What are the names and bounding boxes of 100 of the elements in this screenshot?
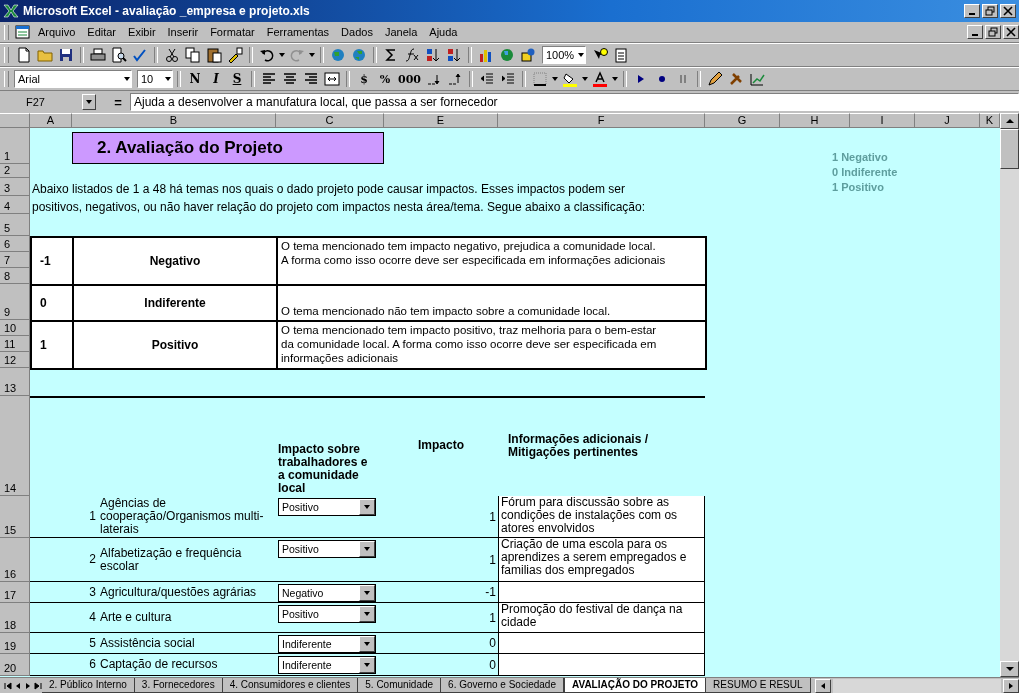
column-header[interactable]: H	[780, 113, 850, 128]
menu-item[interactable]: Dados	[336, 25, 378, 39]
impact-dropdown[interactable]: Negativo	[278, 584, 376, 602]
menu-item[interactable]: Formatar	[205, 25, 260, 39]
row-header[interactable]: 16	[0, 538, 30, 582]
sort-descending-icon[interactable]	[446, 47, 462, 63]
menu-item[interactable]: Ferramentas	[261, 25, 335, 39]
restore-icon[interactable]	[985, 6, 995, 16]
scroll-thumb[interactable]	[1000, 129, 1019, 169]
sheet-tab[interactable]: 3. Fornecedores	[134, 678, 223, 693]
paintbrush-icon[interactable]	[227, 47, 243, 63]
formula-field[interactable]: Ajuda a desenvolver a manufatura local, que passa a ser fornecedor	[130, 93, 1019, 111]
align-right-icon[interactable]	[303, 71, 319, 87]
font-name-field[interactable]: Arial	[14, 70, 132, 88]
row-header[interactable]: 4	[0, 196, 30, 214]
column-header[interactable]: E	[384, 113, 498, 128]
next-sheet-icon[interactable]	[24, 681, 32, 690]
right-arrow-icon[interactable]	[1007, 681, 1015, 690]
row-header[interactable]: 5	[0, 214, 30, 236]
page-magnifier-icon[interactable]	[111, 47, 127, 63]
copy-icon[interactable]	[185, 47, 201, 63]
impact-dropdown[interactable]: Positivo	[278, 540, 376, 558]
row-header[interactable]: 10	[0, 320, 30, 336]
font-color-icon[interactable]	[591, 71, 608, 87]
blank-cell[interactable]	[498, 633, 705, 654]
clipboard-list-icon[interactable]	[613, 47, 629, 63]
row-header[interactable]: 1	[0, 128, 30, 164]
row-header[interactable]: 15	[0, 496, 30, 538]
row-header[interactable]: 20	[0, 654, 30, 676]
impact-dropdown[interactable]: Indiferente	[278, 635, 376, 653]
row-header[interactable]: 3	[0, 178, 30, 196]
align-center-icon[interactable]	[282, 71, 298, 87]
menu-item[interactable]: Exibir	[123, 25, 161, 39]
menu-item[interactable]: Editar	[82, 25, 122, 39]
close-icon[interactable]	[1003, 6, 1013, 16]
row-header[interactable]: 13	[0, 368, 30, 396]
fill-bucket-icon[interactable]	[561, 71, 578, 87]
impact-dropdown[interactable]: Positivo	[278, 605, 376, 623]
sheet-tab[interactable]: 5. Comunidade	[358, 678, 442, 693]
sort-ascending-icon[interactable]	[425, 47, 441, 63]
column-header[interactable]: B	[72, 113, 276, 128]
row-header[interactable]: 14	[0, 396, 30, 496]
up-arrow-icon[interactable]	[1004, 117, 1015, 125]
previous-sheet-icon[interactable]	[14, 681, 22, 690]
menu-item[interactable]: Janela	[379, 25, 423, 39]
impact-dropdown[interactable]: Positivo	[278, 498, 376, 516]
sheet-tab[interactable]: 2. Público Interno	[42, 678, 135, 693]
borders-icon[interactable]	[531, 71, 548, 87]
currency-button[interactable]: $	[354, 69, 374, 89]
blank-cell[interactable]	[498, 654, 705, 676]
workbook-icon[interactable]	[15, 24, 31, 40]
row-header[interactable]: 2	[0, 164, 30, 178]
zoom-dropdown[interactable]: 100%	[542, 46, 586, 64]
row-header[interactable]: 18	[0, 603, 30, 633]
percent-button[interactable]: %	[375, 69, 395, 89]
column-header[interactable]: G	[705, 113, 780, 128]
sheet-tab[interactable]: 4. Consumidores e clientes	[222, 678, 359, 693]
sheet-tab[interactable]: 6. Governo e Sociedade	[441, 678, 564, 693]
row-header[interactable]: 8	[0, 268, 30, 284]
row-header[interactable]: 19	[0, 633, 30, 654]
first-sheet-icon[interactable]	[4, 681, 12, 690]
pencil-icon[interactable]	[706, 71, 723, 87]
vertical-scrollbar[interactable]	[1000, 113, 1019, 677]
increase-indent-icon[interactable]	[499, 71, 516, 87]
column-header[interactable]: I	[850, 113, 915, 128]
column-header[interactable]: K	[980, 113, 1000, 128]
sheet-tab[interactable]: RESUMO E RESUL	[706, 678, 811, 693]
row-header[interactable]: 17	[0, 582, 30, 603]
row-header[interactable]: 6	[0, 236, 30, 252]
down-arrow-icon[interactable]	[1004, 665, 1015, 673]
scissors-icon[interactable]	[164, 47, 180, 63]
font-size-field[interactable]: 10	[137, 70, 173, 88]
last-sheet-icon[interactable]	[34, 681, 42, 690]
bold-button[interactable]: N	[185, 69, 205, 89]
menu-item[interactable]: Arquivo	[33, 25, 81, 39]
restore-icon[interactable]	[988, 27, 998, 37]
clipboard-icon[interactable]	[206, 47, 222, 63]
row-header[interactable]: 11	[0, 336, 30, 352]
shapes-icon[interactable]	[520, 47, 536, 63]
blank-cell[interactable]	[498, 582, 705, 603]
select-all-button[interactable]	[0, 113, 30, 128]
bar-chart-icon[interactable]	[478, 47, 494, 63]
close-icon[interactable]	[1006, 27, 1016, 37]
spelling-check-icon[interactable]	[132, 47, 148, 63]
sheet-tab[interactable]: AVALIAÇÃO DO PROJETO	[563, 678, 707, 693]
align-left-icon[interactable]	[261, 71, 277, 87]
decrease-indent-icon[interactable]	[478, 71, 495, 87]
column-header[interactable]: A	[30, 113, 72, 128]
column-header[interactable]: J	[915, 113, 980, 128]
function-icon[interactable]	[404, 47, 420, 63]
italic-button[interactable]: I	[206, 69, 226, 89]
row-header[interactable]: 7	[0, 252, 30, 268]
merge-center-icon[interactable]	[324, 71, 340, 87]
impact-dropdown[interactable]: Indiferente	[278, 656, 376, 674]
row-header[interactable]: 9	[0, 284, 30, 320]
menu-item[interactable]: Inserir	[162, 25, 204, 39]
undo-icon[interactable]	[259, 47, 275, 63]
row-header[interactable]: 12	[0, 352, 30, 368]
column-header[interactable]: F	[498, 113, 705, 128]
menu-item[interactable]: Ajuda	[424, 25, 463, 39]
